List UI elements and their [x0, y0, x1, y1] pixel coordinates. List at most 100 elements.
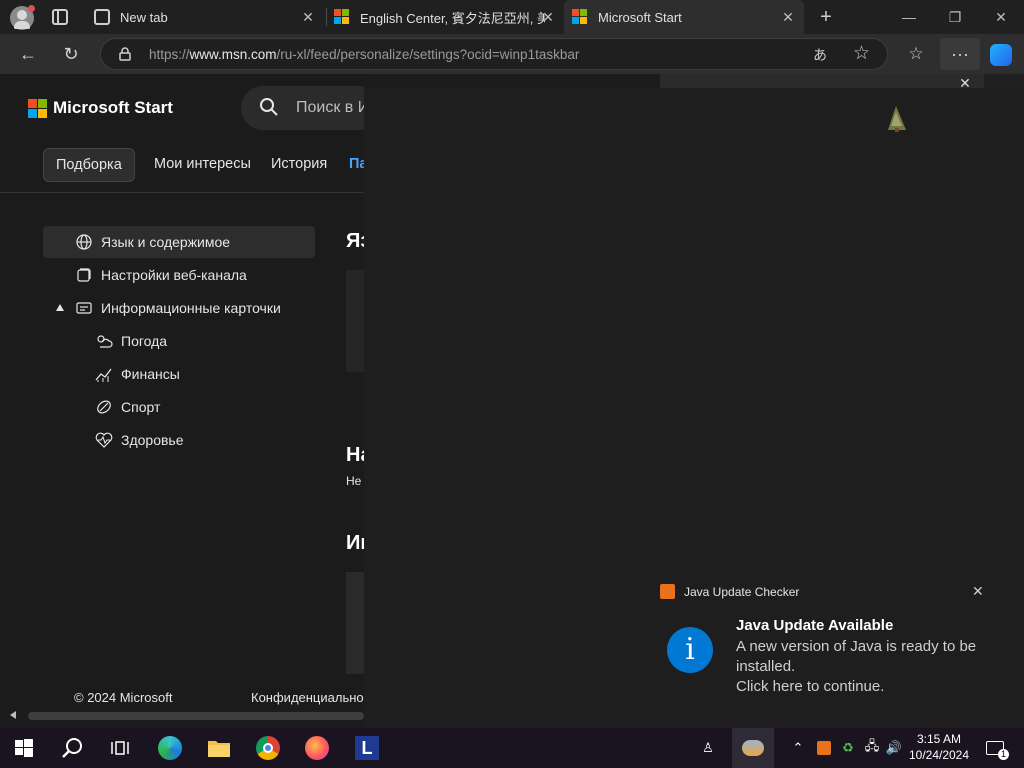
- task-view-icon: [111, 741, 129, 755]
- lock-icon[interactable]: [119, 47, 131, 61]
- taskbar: L ♙ ⌃ ♻ 🖧 🔊 3:15 AM 10/24/2024 1: [0, 728, 1024, 768]
- tab-my-interests[interactable]: Мои интересы: [154, 156, 251, 172]
- chrome-icon: [256, 736, 280, 760]
- tab-podborka[interactable]: Подборка: [43, 148, 135, 182]
- section-heading: Яз: [346, 230, 364, 252]
- microsoft-logo-icon: [28, 98, 47, 118]
- folder-icon: [208, 741, 230, 757]
- java-tray-icon[interactable]: [814, 738, 834, 758]
- health-icon: [95, 431, 113, 449]
- msn-favicon-icon: [334, 9, 350, 25]
- section-text: Не: [346, 474, 362, 488]
- restore-button[interactable]: ❐: [932, 0, 978, 34]
- nav-language-content[interactable]: Язык и содержимое: [43, 226, 315, 258]
- search-input[interactable]: Поиск в И: [241, 86, 364, 130]
- favorite-star-icon[interactable]: ☆: [853, 42, 870, 65]
- java-icon: [660, 584, 675, 599]
- settings-card: [346, 572, 364, 674]
- close-tab-icon[interactable]: ✕: [780, 9, 796, 25]
- overlay-header: [660, 74, 984, 88]
- settings-card: [346, 270, 364, 372]
- nav-weather[interactable]: Погода: [95, 325, 167, 357]
- url-text[interactable]: https://www.msn.com/ru-xl/feed/personali…: [149, 47, 579, 62]
- address-bar[interactable]: https://www.msn.com/ru-xl/feed/personali…: [100, 38, 888, 70]
- msn-settings-page: Microsoft Start Поиск в И Подборка Мои и…: [0, 74, 364, 728]
- more-options-button[interactable]: ···: [940, 38, 980, 70]
- tab-history[interactable]: История: [271, 156, 327, 172]
- chart-icon: [95, 365, 113, 383]
- read-aloud-icon[interactable]: あ: [813, 45, 827, 65]
- tab-new-tab[interactable]: New tab ✕: [84, 0, 324, 34]
- show-hidden-icons-icon[interactable]: ⌃: [788, 738, 808, 758]
- globe-icon: [75, 233, 93, 251]
- new-tab-icon: [94, 9, 110, 25]
- taskbar-chrome[interactable]: [246, 728, 290, 768]
- recycle-icon[interactable]: ♻: [838, 738, 858, 758]
- tree-icon: [886, 104, 910, 134]
- nav-sport[interactable]: Спорт: [95, 391, 160, 423]
- weather-cloud-icon: [742, 740, 764, 756]
- toolbar: ← ↻ https://www.msn.com/ru-xl/feed/perso…: [0, 34, 1024, 74]
- minimize-button[interactable]: —: [886, 0, 932, 34]
- notification-title: Java Update Available: [736, 617, 894, 634]
- nav-finance[interactable]: Финансы: [95, 358, 180, 390]
- search-icon: [62, 738, 82, 758]
- info-icon: i: [667, 627, 713, 673]
- horizontal-scrollbar[interactable]: [28, 712, 364, 720]
- profile-avatar[interactable]: [10, 5, 35, 30]
- close-tab-icon[interactable]: ✕: [300, 9, 316, 25]
- tab-title: Microsoft Start: [598, 9, 682, 25]
- taskbar-app-l[interactable]: L: [345, 728, 389, 768]
- firefox-icon: [305, 736, 329, 760]
- close-window-button[interactable]: ✕: [978, 0, 1024, 34]
- notification-count-badge: 1: [998, 749, 1009, 760]
- favorites-icon[interactable]: ☆: [900, 38, 932, 70]
- notification-app-name: Java Update Checker: [684, 585, 800, 599]
- scrollbar-gutter: [984, 74, 1024, 88]
- windows-icon: [15, 739, 33, 757]
- scroll-left-arrow[interactable]: [10, 711, 16, 719]
- task-view-button[interactable]: [98, 728, 142, 768]
- cards-icon: [75, 299, 93, 317]
- notification-center-icon[interactable]: 1: [984, 738, 1009, 760]
- weather-widget[interactable]: [732, 728, 774, 768]
- taskbar-edge[interactable]: [148, 728, 192, 768]
- people-icon[interactable]: ♙: [698, 738, 718, 758]
- search-button[interactable]: [50, 728, 94, 768]
- brand-logo[interactable]: Microsoft Start: [28, 98, 173, 118]
- nav-info-cards[interactable]: Информационные карточки: [75, 292, 281, 324]
- tab-title: English Center, 賓夕法尼亞州, 美國: [360, 10, 545, 26]
- notification-body: A new version of Java is ready to be ins…: [736, 637, 996, 697]
- close-icon[interactable]: ✕: [972, 583, 984, 600]
- msn-favicon-icon: [572, 9, 588, 25]
- tab-microsoft-start[interactable]: Microsoft Start ✕: [564, 0, 804, 34]
- tab-title: New tab: [120, 9, 168, 25]
- title-bar: New tab ✕ English Center, 賓夕法尼亞州, 美國 ✕ M…: [0, 0, 1024, 34]
- new-tab-button[interactable]: +: [812, 4, 840, 30]
- section-heading: Ин: [346, 532, 364, 554]
- footer-privacy-link[interactable]: Конфиденциально: [251, 690, 364, 705]
- nav-feed-settings[interactable]: Настройки веб-канала: [75, 259, 247, 291]
- tab-more[interactable]: Па: [349, 156, 364, 172]
- taskbar-file-explorer[interactable]: [197, 728, 241, 768]
- start-button[interactable]: [2, 728, 46, 768]
- back-button[interactable]: ←: [12, 38, 44, 70]
- copilot-icon[interactable]: [990, 44, 1012, 66]
- java-update-notification[interactable]: Java Update Checker ✕ i Java Update Avai…: [648, 575, 1008, 715]
- edge-icon: [158, 736, 182, 760]
- network-icon[interactable]: 🖧: [862, 738, 882, 758]
- taskbar-firefox[interactable]: [295, 728, 339, 768]
- tab-actions-icon[interactable]: [52, 9, 68, 25]
- volume-icon[interactable]: 🔊: [884, 738, 904, 758]
- refresh-button[interactable]: ↻: [55, 38, 87, 70]
- divider: [0, 192, 364, 193]
- close-tab-icon[interactable]: ✕: [540, 9, 556, 25]
- notification-action[interactable]: Click here to continue.: [736, 677, 996, 697]
- sport-icon: [95, 398, 113, 416]
- nav-health[interactable]: Здоровье: [95, 424, 184, 456]
- tab-english-center[interactable]: English Center, 賓夕法尼亞州, 美國 ✕: [326, 0, 564, 34]
- window-icon: [75, 266, 93, 284]
- expand-triangle-icon[interactable]: [56, 304, 64, 311]
- clock[interactable]: 3:15 AM 10/24/2024: [906, 731, 972, 763]
- search-icon: [259, 97, 279, 122]
